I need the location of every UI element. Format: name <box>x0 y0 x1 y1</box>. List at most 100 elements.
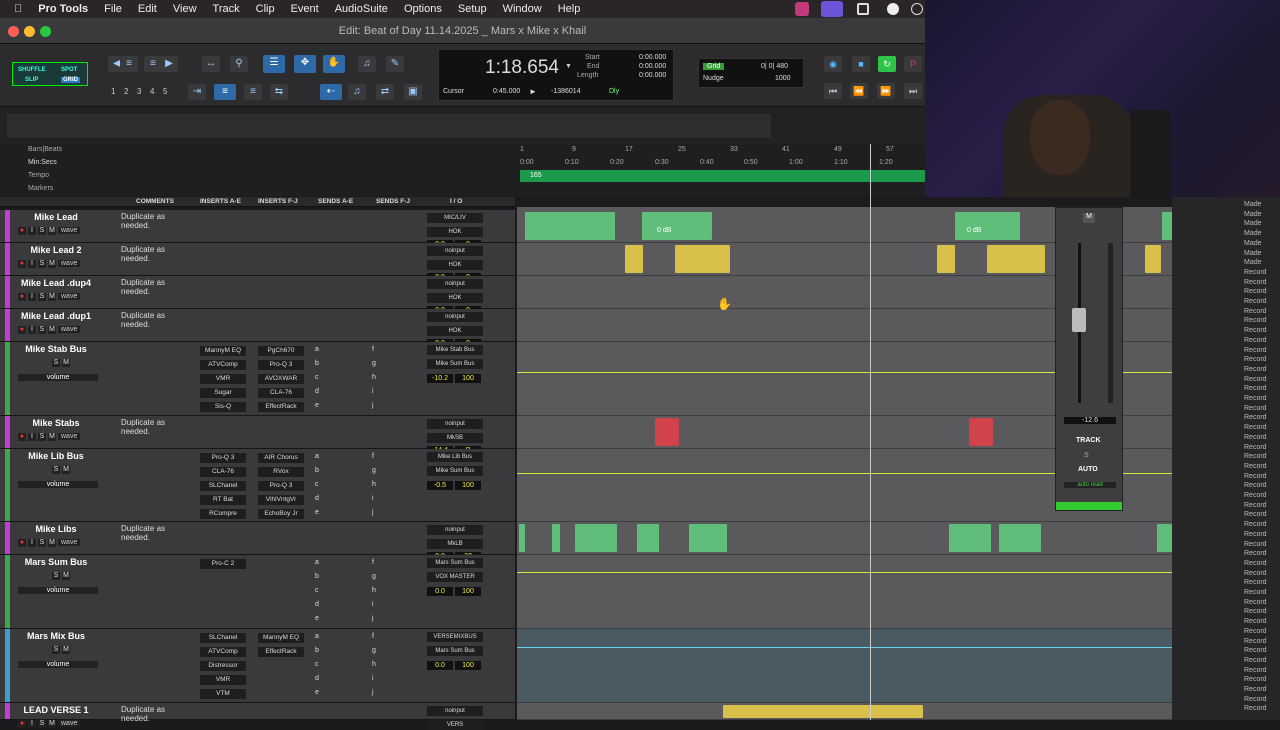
send-slot[interactable]: d <box>315 495 319 502</box>
nudge-value[interactable]: 1000 <box>775 75 791 82</box>
track-name[interactable]: Mike Lib Bus <box>14 451 98 461</box>
audio-clip[interactable] <box>1162 212 1172 240</box>
track-lane[interactable] <box>517 555 1172 629</box>
insert-slot[interactable]: AIR Chorus <box>258 453 304 463</box>
audio-clip[interactable] <box>987 245 1045 273</box>
insert-slot[interactable]: Distressor <box>200 661 246 671</box>
browser-item[interactable]: Record <box>1244 434 1267 441</box>
col-sends-fj[interactable]: SENDS F-J <box>376 198 410 205</box>
mute-button[interactable]: M <box>48 433 56 441</box>
track-name[interactable]: Mike Lead .dup4 <box>14 278 98 288</box>
volume-value[interactable]: 0.0 <box>427 587 453 596</box>
insert-slot[interactable]: VMR <box>200 675 246 685</box>
insert-slot[interactable]: ATVComp <box>200 360 246 370</box>
send-slot[interactable]: f <box>372 633 374 640</box>
send-slot[interactable]: e <box>315 402 319 409</box>
col-inserts-ae[interactable]: INSERTS A-E <box>200 198 241 205</box>
link-timeline-icon[interactable]: ≡ <box>214 84 236 100</box>
input-monitor-button[interactable]: I <box>28 433 36 441</box>
send-slot[interactable]: b <box>315 573 319 580</box>
send-slot[interactable]: j <box>372 689 374 696</box>
send-slot[interactable]: e <box>315 509 319 516</box>
send-slot[interactable]: a <box>315 633 319 640</box>
send-slot[interactable]: d <box>315 388 319 395</box>
insert-slot[interactable]: EffectRack <box>258 647 304 657</box>
mute-button[interactable]: M <box>62 646 70 654</box>
browser-item[interactable]: Record <box>1244 550 1267 557</box>
pan-value[interactable]: 100 <box>455 661 481 670</box>
send-slot[interactable]: a <box>315 453 319 460</box>
track-header[interactable]: LEAD VERSE 1 ● I S Mwave Duplicate as needed.… <box>0 703 515 730</box>
track-view-selector[interactable]: wave <box>58 539 81 546</box>
browser-item[interactable]: Record <box>1244 541 1267 548</box>
audio-clip[interactable] <box>689 524 727 552</box>
automation-line[interactable] <box>517 572 1172 573</box>
browser-item[interactable]: Record <box>1244 356 1267 363</box>
mode-shuffle[interactable]: SHUFFLE <box>18 67 46 73</box>
online-icon[interactable]: ◉ <box>824 56 842 72</box>
browser-item[interactable]: Record <box>1244 482 1267 489</box>
browser-item[interactable]: Record <box>1244 647 1267 654</box>
track-name[interactable]: Mars Mix Bus <box>14 631 98 641</box>
browser-item[interactable]: Record <box>1244 657 1267 664</box>
browser-item[interactable]: Record <box>1244 424 1267 431</box>
insert-slot[interactable]: RVox <box>258 467 304 477</box>
output-selector[interactable]: VOX MASTER <box>427 572 483 582</box>
fader-auto-mode[interactable]: auto read <box>1064 482 1116 488</box>
input-selector[interactable]: Mars Sum Bus <box>427 558 483 568</box>
menu-setup[interactable]: Setup <box>450 3 495 15</box>
send-slot[interactable]: i <box>372 495 374 502</box>
send-slot[interactable]: c <box>315 481 319 488</box>
screen-record-icon[interactable] <box>821 1 843 17</box>
app-status-icon[interactable] <box>795 2 809 16</box>
insert-slot[interactable]: Sugar <box>200 388 246 398</box>
input-selector[interactable]: Mike Lib Bus <box>427 452 483 462</box>
mirror-midi-icon[interactable]: ♫ <box>348 84 366 100</box>
send-slot[interactable]: c <box>315 374 319 381</box>
tab-to-transient-icon[interactable]: ⇥ <box>188 84 206 100</box>
audio-clip[interactable] <box>575 524 617 552</box>
browser-item[interactable]: Record <box>1244 405 1267 412</box>
browser-item[interactable]: Record <box>1244 269 1267 276</box>
end-value[interactable]: 0:00.000 <box>639 63 666 70</box>
insert-slot[interactable]: MannyM EQ <box>258 633 304 643</box>
track-header[interactable]: Mike Lead ● I S Mwave Duplicate as needed. MIC… <box>0 210 515 249</box>
audio-clip[interactable] <box>955 212 1020 240</box>
ruler-bars-beats[interactable]: Bars|Beats <box>28 146 62 153</box>
ruler-min-secs[interactable]: Min:Secs <box>28 159 57 166</box>
length-value[interactable]: 0:00.000 <box>639 72 666 79</box>
menu-edit[interactable]: Edit <box>130 3 165 15</box>
solo-button[interactable]: S <box>38 539 46 547</box>
menu-track[interactable]: Track <box>205 3 248 15</box>
track-view-selector[interactable]: wave <box>58 326 81 333</box>
browser-item[interactable]: Record <box>1244 327 1267 334</box>
zoom-preset-4[interactable]: 4 <box>150 87 154 96</box>
browser-item[interactable]: Record <box>1244 395 1267 402</box>
insert-slot[interactable]: MannyM EQ <box>200 346 246 356</box>
keyboard-focus-icon[interactable]: ⇠ <box>320 84 342 100</box>
track-view-selector[interactable]: wave <box>58 260 81 267</box>
menu-clip[interactable]: Clip <box>248 3 283 15</box>
audio-clip[interactable] <box>552 524 560 552</box>
fast-forward-icon[interactable]: ⏩ <box>877 83 895 99</box>
rec-arm-button[interactable]: ● <box>18 326 26 334</box>
track-view-selector[interactable]: wave <box>58 433 81 440</box>
send-slot[interactable]: d <box>315 675 319 682</box>
track-header[interactable]: Mike Lead .dup4 ● I S Mwave Duplicate as need… <box>0 276 515 315</box>
audio-clip[interactable] <box>1145 245 1161 273</box>
track-comment[interactable]: Duplicate as needed. <box>121 311 195 329</box>
col-sends-ae[interactable]: SENDS A-E <box>318 198 353 205</box>
audio-clip[interactable] <box>1157 524 1172 552</box>
pan-value[interactable]: 100 <box>455 587 481 596</box>
audio-clip[interactable] <box>675 245 730 273</box>
insert-slot[interactable]: RT Bat <box>200 495 246 505</box>
audio-clip[interactable] <box>999 524 1041 552</box>
browser-item[interactable]: Record <box>1244 453 1267 460</box>
track-name[interactable]: Mike Lead .dup1 <box>14 311 98 321</box>
menu-app[interactable]: Pro Tools <box>30 3 96 15</box>
insert-slot[interactable]: CLA-76 <box>258 388 304 398</box>
tempo-track[interactable] <box>520 170 925 182</box>
track-view-selector[interactable]: wave <box>58 227 81 234</box>
browser-item[interactable]: Record <box>1244 279 1267 286</box>
solo-button[interactable]: S <box>38 227 46 235</box>
